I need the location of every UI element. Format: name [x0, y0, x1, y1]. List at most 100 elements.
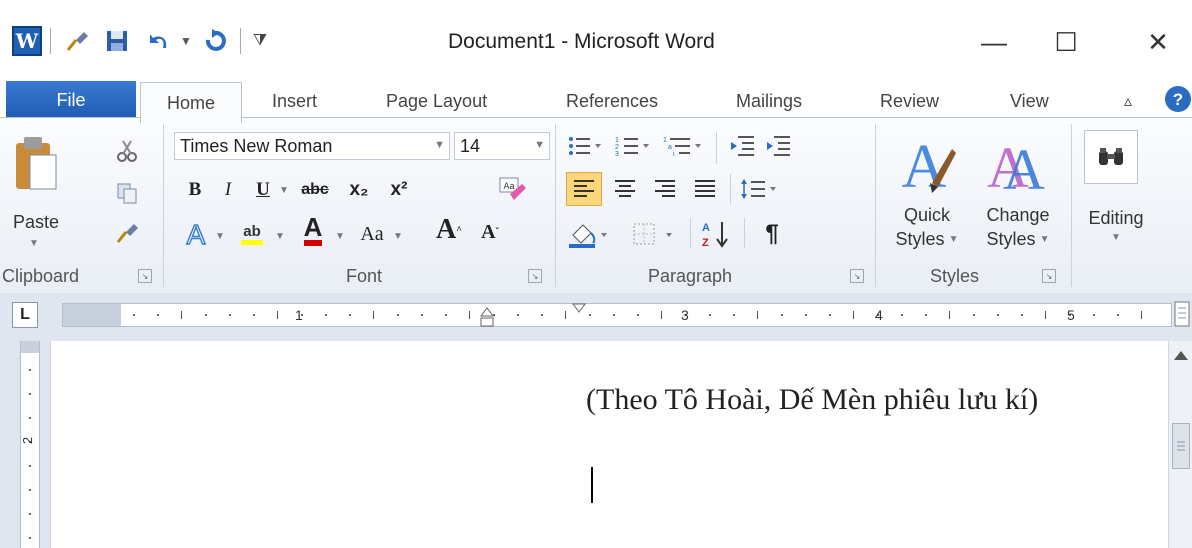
superscript-button[interactable]: x² [382, 176, 416, 204]
inline-separator [730, 174, 731, 204]
font-color-button[interactable]: A [296, 214, 330, 246]
justify-icon[interactable] [688, 172, 722, 206]
font-name-select[interactable]: Times New Roman ▼ [174, 132, 450, 160]
subscript-button[interactable]: x₂ [342, 176, 376, 204]
svg-text:A: A [702, 222, 710, 234]
tab-references[interactable]: References [566, 84, 658, 118]
copy-icon[interactable] [112, 178, 142, 208]
save-icon[interactable] [100, 26, 134, 56]
underline-dropdown-icon[interactable]: ▼ [276, 176, 292, 204]
maximize-button[interactable]: ☐ [1046, 22, 1086, 62]
hanging-indent-marker-icon[interactable] [479, 306, 495, 328]
highlight-button[interactable]: ab [234, 220, 270, 248]
styles-dialog-launcher-icon[interactable]: ↘ [1042, 269, 1056, 283]
vertical-scrollbar[interactable] [1168, 341, 1192, 548]
horizontal-ruler[interactable]: 1 3 4 5 [62, 303, 1172, 327]
customize-quick-access-icon[interactable]: ⧩ [248, 26, 272, 56]
editing-dropdown-icon[interactable]: ▼ [1106, 230, 1126, 244]
scroll-thumb[interactable] [1172, 423, 1190, 469]
numbering-icon[interactable]: 123 [612, 132, 656, 160]
redo-icon[interactable] [198, 26, 232, 56]
strikethrough-button[interactable]: abc [294, 176, 336, 204]
document-text-line[interactable]: (Theo Tô Hoài, Dế Mèn phiêu lưu kí) [586, 383, 1038, 417]
paste-icon[interactable] [6, 128, 64, 210]
tab-page-layout[interactable]: Page Layout [386, 84, 487, 118]
view-ruler-icon[interactable] [1172, 299, 1192, 329]
cut-icon[interactable] [112, 136, 142, 166]
ruler-tick [277, 311, 278, 319]
change-styles-button[interactable]: Styles ▼ [976, 228, 1060, 250]
tab-file[interactable]: File [6, 81, 136, 119]
font-size-select[interactable]: 14 ▼ [454, 132, 550, 160]
font-name-value: Times New Roman [180, 135, 333, 156]
bold-button[interactable]: B [182, 176, 208, 204]
font-dialog-launcher-icon[interactable]: ↘ [528, 269, 542, 283]
text-effects-dropdown-icon[interactable]: ▼ [212, 222, 228, 250]
vertical-ruler[interactable]: 2 [20, 341, 40, 548]
tab-home[interactable]: Home [140, 82, 242, 123]
borders-icon[interactable] [626, 216, 684, 252]
sort-icon[interactable]: AZ [696, 216, 736, 252]
underline-button[interactable]: U [250, 176, 276, 204]
highlight-dropdown-icon[interactable]: ▼ [272, 222, 288, 250]
ruler-dot [973, 314, 975, 316]
format-painter-quick-icon[interactable] [60, 26, 94, 56]
decrease-indent-icon[interactable] [724, 132, 760, 160]
line-spacing-icon[interactable] [736, 172, 786, 206]
clipboard-dialog-launcher-icon[interactable]: ↘ [138, 269, 152, 283]
undo-icon[interactable] [142, 26, 176, 56]
minimize-button[interactable]: — [974, 22, 1014, 62]
bullets-icon[interactable] [564, 132, 608, 160]
tab-insert[interactable]: Insert [272, 84, 317, 118]
word-app-icon[interactable]: W [12, 26, 42, 56]
ruler-dot [133, 314, 135, 316]
font-color-label: A [303, 214, 323, 246]
text-effects-icon[interactable]: A [178, 216, 214, 252]
change-styles-label-1[interactable]: Change [976, 204, 1060, 226]
show-formatting-marks-button[interactable]: ¶ [754, 220, 790, 248]
first-line-indent-marker-icon[interactable] [571, 302, 587, 316]
quick-styles-button[interactable]: Styles ▼ [884, 228, 970, 250]
change-case-button[interactable]: Aa [354, 220, 390, 248]
change-styles-icon[interactable]: AA [980, 128, 1052, 200]
quick-styles-icon[interactable]: A [892, 128, 962, 200]
align-right-icon[interactable] [648, 172, 682, 206]
minimize-ribbon-icon[interactable]: ▵ [1124, 84, 1132, 118]
grow-font-button[interactable]: A ^ [432, 214, 466, 245]
help-icon[interactable]: ? [1164, 82, 1192, 116]
paste-button-label[interactable]: Paste [6, 210, 66, 234]
shading-icon[interactable] [564, 216, 616, 252]
font-size-dropdown-icon[interactable]: ▼ [534, 139, 545, 151]
align-center-icon[interactable] [608, 172, 642, 206]
find-binoculars-icon[interactable] [1084, 130, 1138, 184]
change-case-dropdown-icon[interactable]: ▼ [390, 222, 406, 250]
scroll-up-icon[interactable] [1174, 351, 1188, 360]
quick-styles-label-1[interactable]: Quick [884, 204, 970, 226]
shrink-font-button[interactable]: Aˇ [474, 218, 506, 246]
ruler-dot [733, 314, 735, 316]
tab-mailings[interactable]: Mailings [736, 84, 802, 118]
undo-dropdown-icon[interactable]: ▼ [178, 26, 194, 56]
document-page[interactable]: (Theo Tô Hoài, Dế Mèn phiêu lưu kí) [50, 341, 1169, 548]
tab-view[interactable]: View [1010, 84, 1049, 118]
ruler-dot [925, 314, 927, 316]
ruler-number: 4 [875, 307, 883, 323]
paste-dropdown-icon[interactable]: ▼ [24, 236, 44, 250]
svg-text:2: 2 [615, 144, 619, 151]
multilevel-list-icon[interactable]: 1ai [660, 132, 708, 160]
editing-button-label[interactable]: Editing [1076, 206, 1156, 230]
tab-selector-icon[interactable]: L [12, 302, 38, 328]
tab-review[interactable]: Review [880, 84, 939, 118]
font-color-dropdown-icon[interactable]: ▼ [332, 222, 348, 250]
increase-indent-icon[interactable] [760, 132, 796, 160]
paragraph-dialog-launcher-icon[interactable]: ↘ [850, 269, 864, 283]
format-painter-icon[interactable] [112, 218, 142, 248]
align-left-icon[interactable] [566, 172, 602, 206]
vertical-ruler-margin [21, 341, 39, 353]
ruler-dot [829, 314, 831, 316]
font-name-dropdown-icon[interactable]: ▼ [434, 139, 445, 151]
clear-formatting-icon[interactable]: Aa [492, 170, 532, 210]
editing-group: Editing ▼ [1072, 118, 1192, 293]
italic-button[interactable]: I [216, 176, 240, 204]
close-button[interactable]: ✕ [1138, 22, 1178, 62]
